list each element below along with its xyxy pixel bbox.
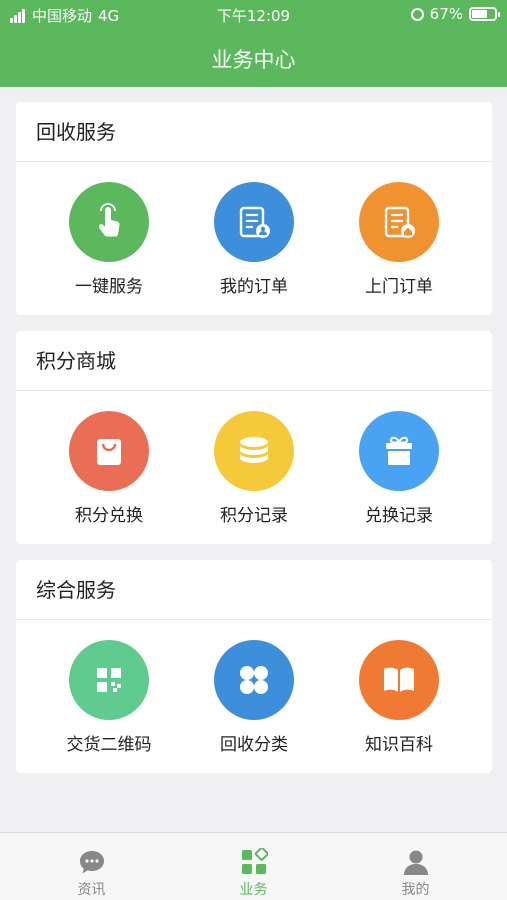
- my-orders-button[interactable]: 我的订单: [194, 182, 314, 302]
- item-label: 积分兑换: [75, 506, 143, 526]
- knowledge-encyclopedia-button[interactable]: 知识百科: [339, 640, 459, 760]
- section-title: 回收服务: [16, 102, 492, 162]
- item-circle: [69, 640, 149, 720]
- section-title: 综合服务: [16, 560, 492, 620]
- coin-stack-icon: [240, 437, 268, 463]
- battery-text: 67%: [429, 5, 463, 23]
- tab-label: 资讯: [77, 882, 106, 898]
- section-general-service: 综合服务 交货二维码 回收分类 知识百科: [16, 560, 492, 773]
- item-label: 知识百科: [365, 735, 433, 755]
- item-circle: [69, 182, 149, 262]
- points-record-button[interactable]: 积分记录: [194, 411, 314, 531]
- book-icon: [384, 667, 414, 692]
- order-user-icon: [239, 206, 270, 238]
- item-label: 我的订单: [220, 277, 288, 297]
- battery-icon: [469, 7, 500, 21]
- item-label: 回收分类: [220, 735, 288, 755]
- shopping-bag-icon: [97, 439, 121, 465]
- item-circle: [214, 182, 294, 262]
- item-label: 交货二维码: [66, 735, 152, 755]
- home-pickup-orders-button[interactable]: 上门订单: [339, 182, 459, 302]
- status-bar: 中国移动 4G 下午12:09 67%: [0, 0, 507, 30]
- delivery-qr-code-button[interactable]: 交货二维码: [49, 640, 169, 760]
- tab-label: 我的: [401, 882, 430, 898]
- nav-bar: 业务中心: [0, 30, 507, 87]
- person-icon: [401, 847, 431, 877]
- alarm-icon: [410, 7, 424, 21]
- item-label: 一键服务: [75, 277, 143, 297]
- gift-icon: [386, 436, 412, 465]
- section-recycle-service: 回收服务 一键服务 我的订单 上门订单: [16, 102, 492, 315]
- section-points-mall: 积分商城 积分兑换 积分记录 兑换记录: [16, 331, 492, 544]
- tab-label: 业务: [239, 882, 268, 898]
- recycle-classification-button[interactable]: 回收分类: [194, 640, 314, 760]
- hand-tap-icon: [98, 203, 120, 237]
- item-label: 上门订单: [365, 277, 433, 297]
- item-circle: [359, 411, 439, 491]
- item-circle: [69, 411, 149, 491]
- qr-code-icon: [97, 668, 121, 692]
- tab-business[interactable]: 业务: [169, 833, 338, 900]
- item-label: 积分记录: [220, 506, 288, 526]
- one-click-service-button[interactable]: 一键服务: [49, 182, 169, 302]
- item-circle: [214, 411, 294, 491]
- section-title: 积分商城: [16, 331, 492, 391]
- tab-bar: 资讯 业务 我的: [0, 832, 507, 900]
- chat-bubble-icon: [77, 847, 107, 877]
- grid-apps-icon: [239, 847, 269, 877]
- tab-news[interactable]: 资讯: [7, 833, 176, 900]
- status-right: 67%: [410, 5, 500, 23]
- item-circle: [214, 640, 294, 720]
- item-circle: [359, 182, 439, 262]
- item-circle: [359, 640, 439, 720]
- order-home-icon: [384, 206, 415, 238]
- item-label: 兑换记录: [365, 506, 433, 526]
- clover-icon: [240, 666, 268, 694]
- tab-mine[interactable]: 我的: [331, 833, 500, 900]
- exchange-record-button[interactable]: 兑换记录: [339, 411, 459, 531]
- points-exchange-button[interactable]: 积分兑换: [49, 411, 169, 531]
- page-title: 业务中心: [211, 47, 296, 72]
